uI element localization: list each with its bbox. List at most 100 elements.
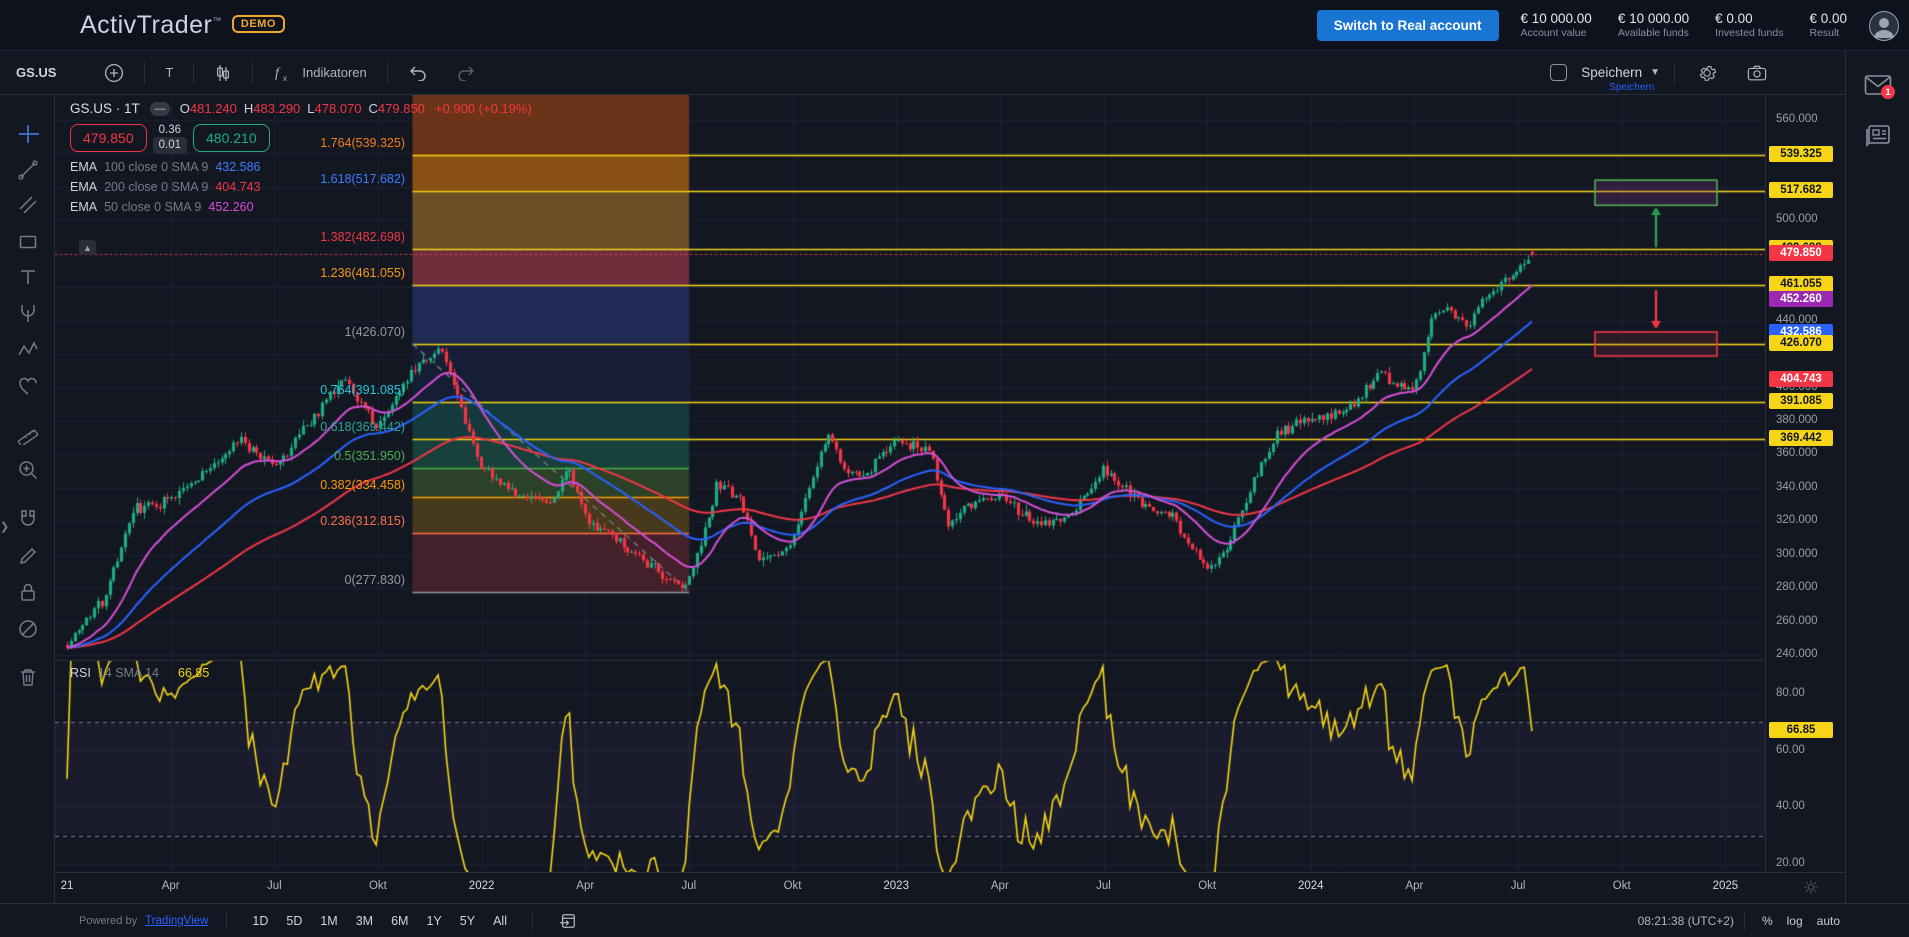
spread-bottom: 0.01 [153, 137, 187, 153]
tool-eraser[interactable] [13, 615, 43, 643]
tool-ruler[interactable] [13, 420, 43, 448]
screenshot-button[interactable] [1739, 60, 1775, 86]
account-stat-label: Result [1809, 27, 1847, 40]
time-tick: 2022 [469, 880, 495, 892]
account-stat: € 0.00Result [1809, 11, 1847, 41]
range-button-all[interactable]: All [486, 911, 514, 931]
legend-collapse-button[interactable]: — [150, 102, 170, 116]
undo-button[interactable] [400, 61, 436, 85]
tool-trash[interactable] [13, 663, 43, 691]
ruler-icon [17, 423, 39, 445]
ohlc-value: 483.290 [253, 101, 300, 116]
account-stats: € 10 000.00Account value€ 10 000.00Avail… [1521, 11, 1848, 41]
clock[interactable]: 08:21:38 (UTC+2) [1638, 914, 1734, 928]
pattern-icon [17, 339, 39, 361]
drawing-toolbar [0, 95, 55, 903]
tool-draw[interactable] [13, 542, 43, 570]
indicator-legend-row[interactable]: EMA50 close 0 SMA 9452.260 [70, 200, 532, 214]
tool-favorites[interactable] [13, 372, 43, 400]
trend-line-icon [17, 194, 39, 216]
tool-zoom-in[interactable] [13, 456, 43, 484]
range-button-1d[interactable]: 1D [245, 911, 275, 931]
switch-to-real-button[interactable]: Switch to Real account [1317, 10, 1499, 41]
range-button-6m[interactable]: 6M [384, 911, 415, 931]
lock-icon [17, 581, 39, 603]
legend-symbol-interval[interactable]: GS.US · 1T [70, 101, 140, 116]
time-tick: Okt [1198, 880, 1216, 892]
indicators-button[interactable]: f x Indikatoren [265, 60, 374, 86]
news-icon [1864, 123, 1892, 149]
price-tick: 360.000 [1776, 447, 1818, 459]
chart-style-button[interactable] [206, 59, 240, 87]
tool-pitchfork[interactable] [13, 299, 43, 327]
avatar[interactable] [1869, 11, 1899, 41]
expand-panel-chevron-icon[interactable]: ❯ [0, 520, 9, 533]
compare-add-button[interactable] [96, 59, 132, 87]
time-tick: Jul [267, 880, 282, 892]
account-stat: € 0.00Invested funds [1715, 11, 1783, 41]
time-tick: Jul [1511, 880, 1526, 892]
rsi-legend: RSI 14 SMA 14 66.85 [70, 666, 209, 680]
top-header: ActivTrader™ DEMO Switch to Real account… [0, 0, 1909, 51]
price-axis[interactable]: 560.000500.000440.000400.000380.000360.0… [1765, 95, 1845, 872]
redo-icon [456, 65, 476, 81]
tool-lock[interactable] [13, 578, 43, 606]
logo-text: ActivTrader [80, 11, 212, 39]
indicator-params: 200 close 0 SMA 9 [104, 180, 208, 194]
crosshair-icon [17, 123, 39, 145]
tool-trend-line[interactable] [13, 191, 43, 219]
percent-scale-button[interactable]: % [1755, 911, 1780, 931]
magnet-icon [17, 508, 39, 530]
sell-button[interactable]: 479.850 [70, 124, 147, 152]
time-tick: Apr [576, 880, 594, 892]
tool-text[interactable] [13, 263, 43, 291]
indicator-legend-row[interactable]: EMA200 close 0 SMA 9404.743 [70, 180, 532, 194]
timeframe-button[interactable]: T [157, 61, 181, 84]
settings-button[interactable] [1689, 59, 1725, 87]
time-tick: 2024 [1298, 880, 1324, 892]
axis-settings-icon[interactable] [1803, 879, 1819, 895]
fib-panel-collapse-button[interactable]: ▲ [79, 240, 96, 255]
buy-button[interactable]: 480.210 [193, 124, 270, 152]
redo-button[interactable] [448, 61, 484, 85]
range-button-1y[interactable]: 1Y [419, 911, 448, 931]
tool-pattern[interactable] [13, 336, 43, 364]
go-to-date-button[interactable] [551, 908, 585, 934]
auto-scale-button[interactable]: auto [1810, 911, 1847, 931]
account-stat: € 10 000.00Available funds [1618, 11, 1689, 41]
change-value: +0.900 (+0.19%) [435, 101, 532, 116]
price-tick: 280.000 [1776, 581, 1818, 593]
right-rail: 1 [1845, 51, 1909, 903]
range-button-3m[interactable]: 3M [349, 911, 380, 931]
user-icon [1869, 11, 1899, 41]
tool-rectangle[interactable] [13, 228, 43, 256]
indicator-value: 404.743 [215, 180, 260, 194]
save-layout-button[interactable]: Speichern Speichern ▼ [1581, 65, 1660, 80]
log-scale-button[interactable]: log [1780, 911, 1810, 931]
svg-text:f: f [275, 66, 281, 81]
time-tick: Apr [162, 880, 180, 892]
range-button-1m[interactable]: 1M [313, 911, 344, 931]
tradingview-link[interactable]: TradingView [145, 915, 208, 927]
tool-crosshair[interactable] [13, 120, 43, 148]
candlestick-icon [214, 63, 232, 83]
trash-icon [17, 666, 39, 688]
indicator-legend-row[interactable]: EMA100 close 0 SMA 9432.586 [70, 160, 532, 174]
time-tick: Apr [991, 880, 1009, 892]
time-tick: Jul [682, 880, 697, 892]
tool-magnet[interactable] [13, 505, 43, 533]
range-button-5d[interactable]: 5D [279, 911, 309, 931]
time-tick: Okt [784, 880, 802, 892]
time-axis[interactable]: 21AprJulOkt2022AprJulOkt2023AprJulOkt202… [55, 872, 1845, 903]
layout-checkbox[interactable] [1550, 64, 1567, 81]
spread-top: 0.36 [159, 123, 181, 137]
news-button[interactable] [1864, 123, 1892, 154]
symbol-button[interactable]: GS.US [16, 65, 56, 80]
time-tick: Apr [1405, 880, 1423, 892]
range-button-5y[interactable]: 5Y [453, 911, 482, 931]
price-badge: 391.085 [1769, 393, 1833, 409]
rsi-params: 14 SMA 14 [98, 666, 159, 680]
time-tick: 2023 [883, 880, 909, 892]
mail-button[interactable]: 1 [1864, 73, 1892, 102]
tool-brush[interactable] [13, 156, 43, 184]
